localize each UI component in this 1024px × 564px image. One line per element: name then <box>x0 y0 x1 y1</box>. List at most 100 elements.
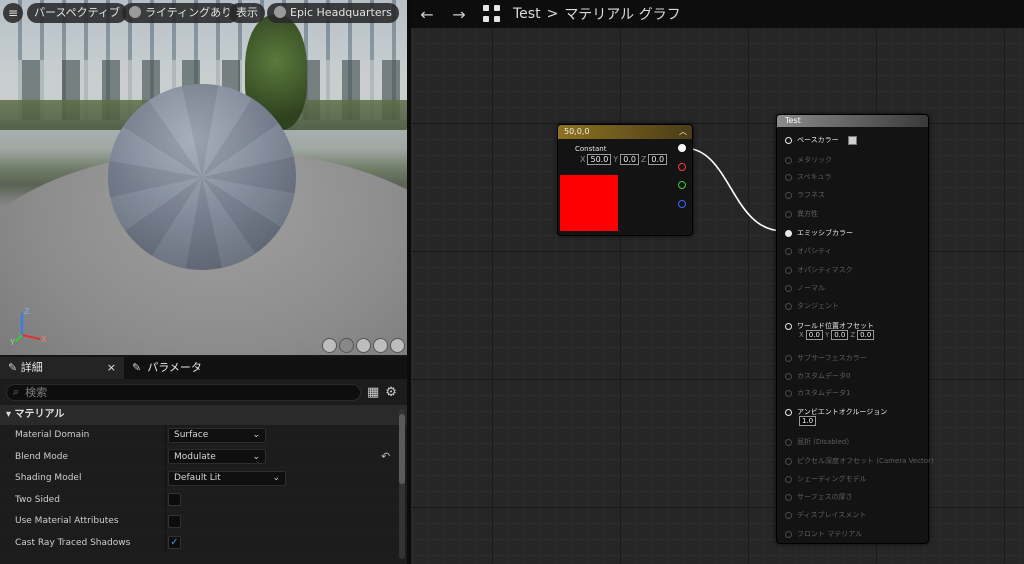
input-pin-icon[interactable] <box>785 354 792 362</box>
show-button[interactable]: 表示 <box>229 3 265 23</box>
result-pin-row[interactable]: タンジェント <box>785 301 839 311</box>
preview-sphere[interactable] <box>108 84 296 270</box>
table-view-icon[interactable]: ▦ <box>367 385 379 400</box>
result-pin-row[interactable]: オパシティマスク <box>785 265 853 275</box>
ambient-occlusion-input[interactable]: 1.0 <box>799 416 817 426</box>
result-pin-row[interactable]: サブサーフェスカラー <box>785 353 867 363</box>
base-color-swatch[interactable] <box>847 135 857 145</box>
input-pin-icon[interactable] <box>785 173 792 181</box>
blend-mode-select[interactable]: Modulate ⌄ <box>168 449 266 465</box>
input-pin-icon[interactable] <box>785 322 792 330</box>
result-pin-row[interactable]: カスタムデータ0 <box>785 371 850 381</box>
scrollbar-thumb[interactable] <box>399 414 405 484</box>
input-pin-icon[interactable] <box>785 284 792 292</box>
input-pin-icon[interactable] <box>785 210 792 218</box>
result-pin-row[interactable]: 屈折 (Disabled) <box>785 437 849 447</box>
result-pin-row[interactable]: サーフェスの厚さ <box>785 492 853 502</box>
reset-to-default-icon[interactable]: ↶ <box>381 450 390 463</box>
cast-ray-traced-shadows-checkbox[interactable]: ✓ <box>168 536 181 550</box>
tab-details[interactable]: ✎ 詳細 × <box>0 357 124 379</box>
result-node-header[interactable]: Test <box>777 115 928 127</box>
result-pin-label: サーフェスの厚さ <box>797 493 853 501</box>
constant-z-input[interactable]: 0.0 <box>648 154 668 165</box>
lighting-button[interactable]: ライティングあり <box>122 3 240 23</box>
output-pin-r[interactable] <box>678 163 686 171</box>
section-header-material[interactable]: ▾ マテリアル <box>0 405 407 425</box>
input-pin-icon[interactable] <box>785 493 792 501</box>
result-pin-row[interactable]: ピクセル深度オフセット (Camera Vector) <box>785 456 934 466</box>
input-pin-icon[interactable] <box>785 438 792 446</box>
forward-arrow-icon[interactable]: → <box>443 5 475 24</box>
result-pin-row[interactable]: ラフネス <box>785 190 825 200</box>
result-pin-row[interactable]: オパシティ <box>785 246 832 256</box>
collapse-arrow-icon[interactable]: ︿ <box>679 125 687 139</box>
preview-shape-selector[interactable] <box>322 338 405 353</box>
result-pin-row[interactable]: ベースカラー <box>785 135 857 145</box>
property-label: Two Sided <box>15 494 60 505</box>
input-pin-icon[interactable] <box>785 191 792 199</box>
input-pin-icon[interactable] <box>785 530 792 538</box>
input-pin-icon[interactable] <box>785 511 792 519</box>
result-pin-row[interactable]: 異方性 <box>785 209 818 219</box>
shading-model-select[interactable]: Default Lit ⌄ <box>168 470 286 486</box>
result-pin-row[interactable]: ノーマル <box>785 283 825 293</box>
input-pin-icon[interactable] <box>785 136 792 144</box>
input-pin-icon[interactable] <box>785 457 792 465</box>
environment-label: Epic Headquarters <box>290 6 392 19</box>
constant-y-input[interactable]: 0.0 <box>620 154 639 165</box>
wpo-value-input[interactable]: 0.0 <box>805 330 823 340</box>
material-preview-viewport[interactable]: ≡ パースペクティブ ライティングあり 表示 Epic Headquarters… <box>0 0 407 355</box>
field-axis-label: X <box>799 331 804 339</box>
input-pin-icon[interactable] <box>785 229 792 237</box>
two-sided-checkbox[interactable] <box>168 493 181 507</box>
input-pin-icon[interactable] <box>785 389 792 397</box>
viewport-menu-button[interactable]: ≡ <box>3 3 23 23</box>
wpo-value-input[interactable]: 0.0 <box>831 330 849 340</box>
constant-value-fields: X 50.0 Y 0.0 Z 0.0 <box>580 154 668 165</box>
output-pin-b[interactable] <box>678 200 686 208</box>
teapot-preview-icon[interactable] <box>390 338 405 353</box>
constant-x-input[interactable]: 50.0 <box>587 154 612 165</box>
search-input[interactable]: ⌕ 検索 <box>6 383 361 401</box>
result-pin-row[interactable]: スペキュラ <box>785 172 832 182</box>
constant-vector-node[interactable]: 50,0,0 ︿ Constant X 50.0 Y 0.0 Z 0.0 <box>557 124 693 236</box>
breadcrumb-root[interactable]: Test <box>513 6 541 22</box>
material-result-node[interactable]: Test ベースカラー メタリック スペキュラ ラフネス 異方性 エミッシブカラー オパシテ… <box>776 114 934 544</box>
result-pin-row[interactable]: メタリック <box>785 155 832 165</box>
result-pin-label: オパシティ <box>797 247 832 255</box>
result-pin-row[interactable]: ディスプレイスメント <box>785 510 866 520</box>
sphere-preview-icon[interactable] <box>339 338 354 353</box>
result-pin-row[interactable]: カスタムデータ1 <box>785 388 850 398</box>
input-pin-icon[interactable] <box>785 475 792 483</box>
gear-icon[interactable]: ⚙ <box>385 385 397 400</box>
result-pin-row[interactable]: フロント マテリアル <box>785 529 862 539</box>
close-icon[interactable]: × <box>107 357 116 379</box>
back-arrow-icon[interactable]: ← <box>411 5 443 24</box>
output-pin-g[interactable] <box>678 181 686 189</box>
input-pin-icon[interactable] <box>785 156 792 164</box>
constant-color-swatch <box>560 175 618 231</box>
use-material-attributes-checkbox[interactable] <box>168 514 181 528</box>
cylinder-preview-icon[interactable] <box>322 338 337 353</box>
constant-node-header[interactable]: 50,0,0 ︿ <box>558 125 692 139</box>
input-pin-icon[interactable] <box>785 247 792 255</box>
output-pin-rgb[interactable] <box>678 144 686 152</box>
result-pin-row[interactable]: エミッシブカラー <box>785 228 853 238</box>
input-pin-icon[interactable] <box>785 408 792 416</box>
field-axis-label: Z <box>850 331 856 339</box>
property-label: Cast Ray Traced Shadows <box>15 537 131 548</box>
tab-parameters[interactable]: ✎ パラメータ <box>124 357 210 379</box>
material-graph-canvas[interactable]: ← → Test > マテリアル グラフ 50,0,0 ︿ Constant X… <box>411 0 1024 564</box>
cube-preview-icon[interactable] <box>373 338 388 353</box>
plane-preview-icon[interactable] <box>356 338 371 353</box>
input-pin-icon[interactable] <box>785 302 792 310</box>
input-pin-icon[interactable] <box>785 266 792 274</box>
field-y-label: Y <box>613 155 619 164</box>
environment-button[interactable]: Epic Headquarters <box>267 3 399 23</box>
perspective-button[interactable]: パースペクティブ <box>27 3 128 23</box>
material-domain-select[interactable]: Surface ⌄ <box>168 427 266 443</box>
wpo-value-input[interactable]: 0.0 <box>857 330 875 340</box>
input-pin-icon[interactable] <box>785 372 792 380</box>
details-scrollbar[interactable] <box>399 409 405 559</box>
result-pin-row[interactable]: シェーディングモデル <box>785 474 867 484</box>
